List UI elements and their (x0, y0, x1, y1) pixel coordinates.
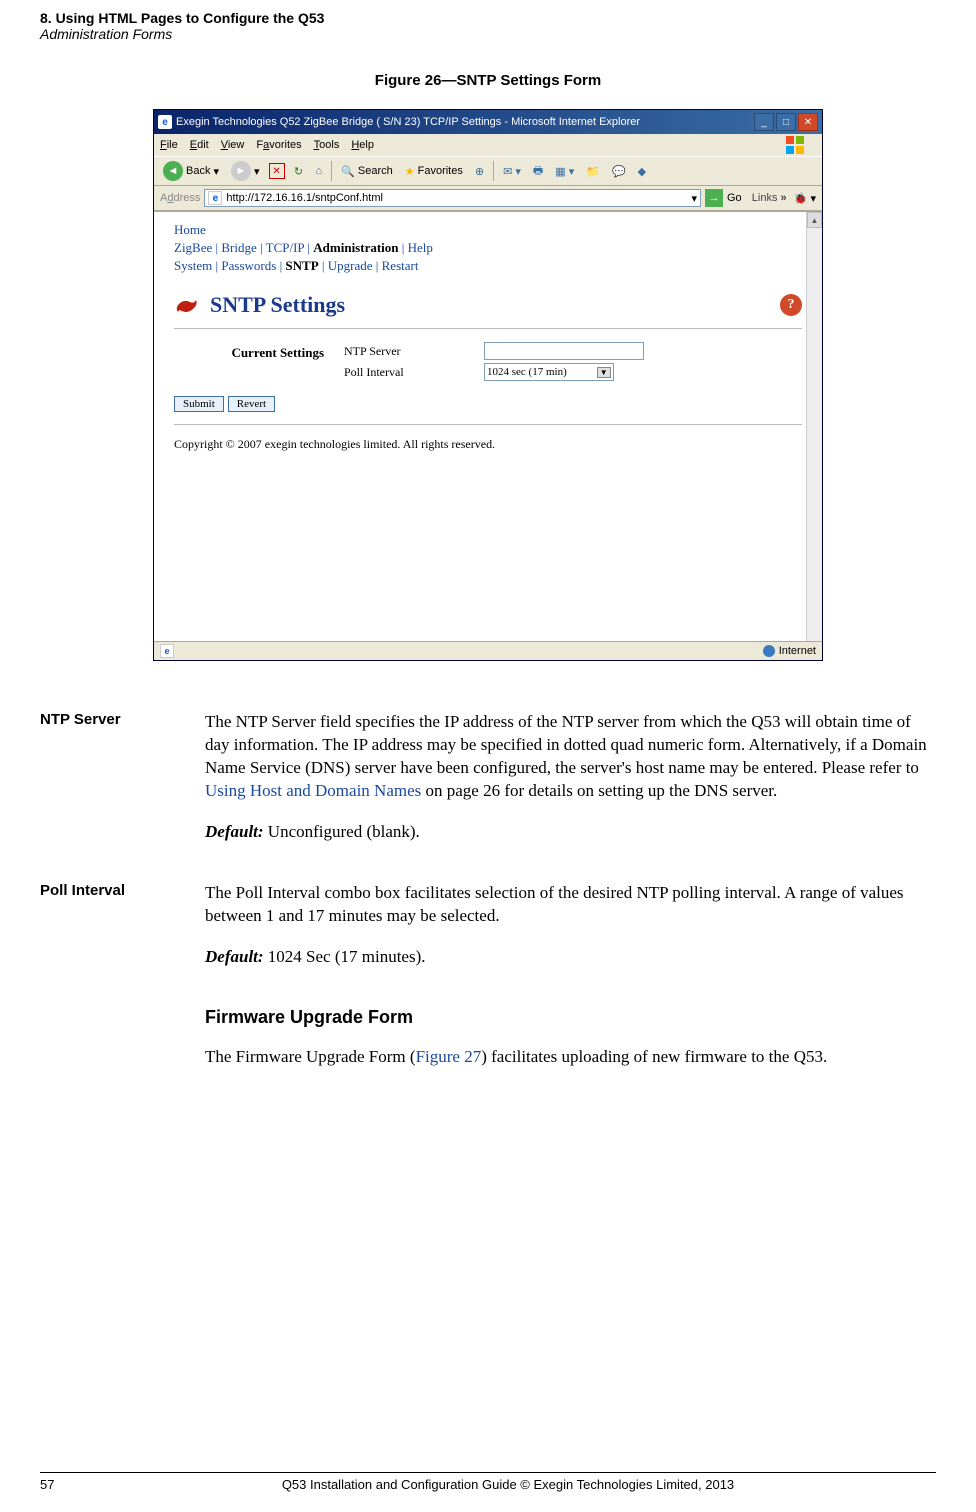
maximize-button[interactable]: □ (776, 113, 796, 131)
copyright-text: Copyright © 2007 exegin technologies lim… (174, 437, 802, 452)
forward-button[interactable]: ► ▾ (228, 160, 263, 182)
nav-help[interactable]: Help (408, 240, 433, 255)
nav-tcpip[interactable]: TCP/IP (266, 240, 305, 255)
section-label: Current Settings (174, 339, 324, 361)
nav-administration[interactable]: Administration (313, 240, 398, 255)
menu-edit[interactable]: Edit (190, 139, 209, 151)
menu-help[interactable]: Help (351, 139, 374, 151)
divider (174, 424, 802, 425)
nav-home[interactable]: Home (174, 222, 206, 237)
back-label: Back (186, 165, 210, 177)
edit-button[interactable]: ▦ ▾ (552, 164, 577, 179)
menu-tools[interactable]: Tools (314, 139, 340, 151)
submit-button[interactable]: Submit (174, 396, 224, 412)
status-page-icon: e (160, 644, 174, 658)
back-icon: ◄ (163, 161, 183, 181)
nav-passwords[interactable]: Passwords (221, 258, 276, 273)
nav-zigbee[interactable]: ZigBee (174, 240, 212, 255)
window-titlebar: e Exegin Technologies Q52 ZigBee Bridge … (154, 110, 822, 134)
status-bar: e Internet (154, 641, 822, 660)
toolbar: ◄Back ▾ ► ▾ ✕ ↻ ⌂ 🔍Search ★Favorites ⊕ ✉… (154, 156, 822, 186)
address-label: Address (160, 192, 200, 204)
plugin-icon[interactable]: 🐞 ▾ (791, 192, 816, 205)
page-footer: 57 Q53 Installation and Configuration Gu… (40, 1472, 936, 1492)
internet-zone-icon (763, 645, 775, 657)
print-button[interactable]: 🖶 (530, 161, 546, 182)
windows-logo-icon (786, 136, 804, 154)
close-button[interactable]: ✕ (798, 113, 818, 131)
search-label: Search (358, 165, 393, 177)
help-icon[interactable]: ? (780, 294, 802, 316)
ie-page-icon: e (208, 191, 222, 205)
page-title: SNTP Settings (210, 292, 345, 318)
link-figure-27[interactable]: Figure 27 (416, 1047, 482, 1066)
ntp-server-input[interactable] (484, 342, 644, 360)
forward-icon: ► (231, 161, 251, 181)
favorites-button[interactable]: ★Favorites (402, 164, 466, 179)
media-button[interactable]: ⊕ (472, 164, 487, 179)
term-poll-interval: Poll Interval (40, 882, 205, 987)
scroll-up-icon[interactable]: ▲ (807, 212, 822, 228)
browser-content: Home ZigBee | Bridge | TCP/IP | Administ… (154, 211, 822, 641)
menu-favorites[interactable]: Favorites (256, 139, 301, 151)
exegin-logo-icon (174, 294, 200, 316)
poll-interval-value: 1024 sec (17 min) (487, 366, 567, 378)
minimize-button[interactable]: _ (754, 113, 774, 131)
figure-caption: Figure 26—SNTP Settings Form (40, 72, 936, 89)
extra-button[interactable]: ◆ (635, 164, 649, 179)
go-label: Go (727, 192, 742, 204)
poll-interval-label: Poll Interval (344, 365, 484, 380)
back-button[interactable]: ◄Back ▾ (160, 160, 222, 182)
separator-icon (331, 161, 332, 181)
dropdown-icon: ▼ (597, 367, 611, 378)
home-button[interactable]: ⌂ (313, 164, 326, 178)
menu-view[interactable]: View (221, 139, 245, 151)
nav-restart[interactable]: Restart (382, 258, 419, 273)
window-title: Exegin Technologies Q52 ZigBee Bridge ( … (176, 116, 750, 128)
star-icon: ★ (405, 165, 415, 178)
poll-default: Default: 1024 Sec (17 minutes). (205, 946, 936, 969)
scrollbar[interactable]: ▲ (806, 212, 822, 641)
folder-button[interactable]: 📁 (583, 164, 603, 179)
nav-sntp[interactable]: SNTP (285, 258, 318, 273)
url-text: http://172.16.16.1/sntpConf.html (226, 192, 687, 204)
status-text: Internet (779, 645, 816, 657)
go-button[interactable]: → (705, 189, 723, 207)
ntp-server-label: NTP Server (344, 344, 484, 359)
ie-window: e Exegin Technologies Q52 ZigBee Bridge … (153, 109, 823, 661)
footer-text: Q53 Installation and Configuration Guide… (80, 1477, 936, 1492)
link-host-domain-names[interactable]: Using Host and Domain Names (205, 781, 421, 800)
ntp-default: Default: Unconfigured (blank). (205, 821, 936, 844)
stop-button[interactable]: ✕ (269, 163, 285, 179)
page-number: 57 (40, 1477, 80, 1492)
chapter-subtitle: Administration Forms (40, 26, 936, 42)
nav-system[interactable]: System (174, 258, 212, 273)
refresh-button[interactable]: ↻ (291, 163, 307, 179)
mail-button[interactable]: ✉ ▾ (500, 164, 524, 179)
nav-bridge[interactable]: Bridge (221, 240, 256, 255)
term-ntp-server: NTP Server (40, 711, 205, 862)
favorites-label: Favorites (418, 165, 463, 177)
chapter-title: 8. Using HTML Pages to Configure the Q53 (40, 10, 936, 26)
poll-description: The Poll Interval combo box facilitates … (205, 882, 936, 928)
poll-interval-select[interactable]: 1024 sec (17 min) ▼ (484, 363, 614, 381)
separator-icon (493, 161, 494, 181)
divider (174, 328, 802, 329)
address-field[interactable]: e http://172.16.16.1/sntpConf.html ▾ (204, 189, 701, 207)
page-icon: e (158, 115, 172, 129)
search-button[interactable]: 🔍Search (338, 164, 396, 179)
links-label[interactable]: Links » (746, 192, 787, 204)
address-dropdown-icon[interactable]: ▾ (691, 192, 697, 205)
nav-upgrade[interactable]: Upgrade (328, 258, 373, 273)
section-heading-firmware: Firmware Upgrade Form (205, 1007, 936, 1028)
search-icon: 🔍 (341, 165, 355, 178)
firmware-description: The Firmware Upgrade Form (Figure 27) fa… (205, 1046, 936, 1069)
revert-button[interactable]: Revert (228, 396, 275, 412)
address-bar: Address e http://172.16.16.1/sntpConf.ht… (154, 186, 822, 211)
menu-file[interactable]: File (160, 139, 178, 151)
discuss-button[interactable]: 💬 (609, 164, 629, 179)
ntp-description: The NTP Server field specifies the IP ad… (205, 711, 936, 803)
menubar: File Edit View Favorites Tools Help (154, 134, 822, 156)
